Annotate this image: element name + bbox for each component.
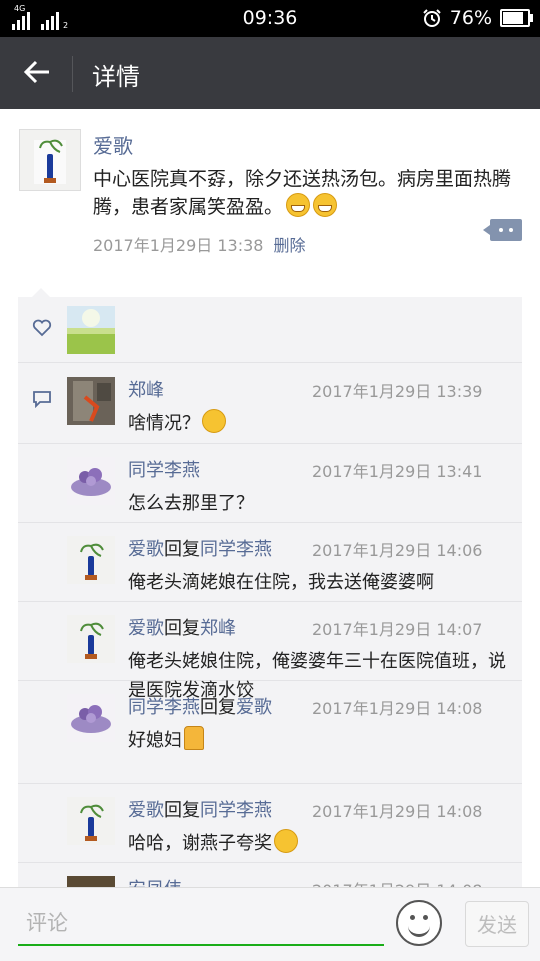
header-divider: [72, 56, 73, 92]
title-bar: 详情: [0, 37, 540, 109]
comment-item[interactable]: 同学李燕 2017年1月29日 13:41 怎么去那里了？: [18, 443, 522, 523]
comment-author[interactable]: 爱歌: [128, 618, 164, 639]
status-right: 76%: [422, 7, 533, 29]
comment-timestamp: 2017年1月29日 13:39: [312, 382, 483, 401]
page-title: 详情: [92, 63, 140, 91]
commenter-avatar[interactable]: [67, 797, 115, 845]
post-author-name[interactable]: 爱歌: [93, 130, 133, 159]
comment-body: 好媳妇: [128, 730, 182, 751]
comment-timestamp: 2017年1月29日 14:06: [312, 541, 483, 560]
comment-timestamp: 2017年1月29日 14:08: [312, 699, 483, 718]
comment-timestamp: 2017年1月29日 13:41: [312, 462, 483, 481]
thinking-emoji-icon: [202, 409, 226, 433]
comment-author-line: 同学李燕: [128, 456, 200, 482]
comment-body: 俺老头滴姥娘在住院，我去送俺婆婆啊: [128, 572, 434, 593]
comment-item[interactable]: 郑峰 2017年1月29日 13:39 啥情况？: [18, 363, 522, 444]
liker-avatar[interactable]: [67, 306, 115, 354]
comment-text: 啥情况？: [128, 409, 513, 438]
post-meta: 2017年1月29日 13:38 删除: [93, 232, 305, 256]
comment-author-line: 爱歌回复郑峰: [128, 614, 236, 640]
reply-target[interactable]: 爱歌: [236, 697, 272, 718]
comment-input[interactable]: [18, 902, 384, 946]
comment-item[interactable]: 同学李燕回复爱歌 2017年1月29日 14:08 好媳妇: [18, 680, 522, 784]
commenter-avatar[interactable]: [67, 457, 115, 505]
comment-text: 好媳妇: [128, 726, 513, 755]
thumbs-up-emoji-icon: [184, 726, 204, 750]
comment-body: 怎么去那里了？: [128, 493, 254, 514]
comment-author[interactable]: 同学李燕: [128, 697, 200, 718]
comment-author-line: 郑峰: [128, 376, 164, 402]
thinking-emoji-icon: [274, 829, 298, 853]
commenter-avatar[interactable]: [67, 536, 115, 584]
comment-item[interactable]: 爱歌回复郑峰 2017年1月29日 14:07 俺老头姥娘住院，俺婆婆年三十在医院值…: [18, 601, 522, 701]
back-arrow-icon[interactable]: [22, 57, 52, 87]
comment-item[interactable]: 爱歌回复同学李燕 2017年1月29日 14:08 哈哈，谢燕子夸奖: [18, 783, 522, 863]
reply-word: 回复: [200, 697, 236, 718]
reply-word: 回复: [164, 539, 200, 560]
comment-author[interactable]: 郑峰: [128, 380, 164, 401]
post-author-avatar[interactable]: [19, 129, 81, 191]
reply-target[interactable]: 同学李燕: [200, 800, 272, 821]
status-bar: 4G 2 09:36 76%: [0, 0, 540, 37]
post-timestamp: 2017年1月29日 13:38: [93, 236, 264, 255]
grin-emoji-icon: [286, 193, 311, 217]
delete-link[interactable]: 删除: [273, 236, 305, 255]
comment-text: 怎么去那里了？: [128, 489, 513, 518]
comment-body: 哈哈，谢燕子夸奖: [128, 833, 272, 854]
emoji-button-icon[interactable]: [396, 900, 442, 946]
likes-row: [18, 297, 522, 363]
panel-pointer: [32, 288, 50, 297]
comment-input-bar: 发送: [0, 887, 540, 961]
comment-item[interactable]: 爱歌回复同学李燕 2017年1月29日 14:06 俺老头滴姥娘在住院，我去送俺婆婆…: [18, 522, 522, 602]
battery-icon: [500, 9, 533, 27]
heart-icon: [32, 319, 52, 337]
comment-author[interactable]: 爱歌: [128, 539, 164, 560]
comment-text: 俺老头滴姥娘在住院，我去送俺婆婆啊: [128, 568, 513, 597]
comment-author[interactable]: 同学李燕: [128, 460, 200, 481]
commenter-avatar[interactable]: [67, 694, 115, 742]
comments-panel: 郑峰 2017年1月29日 13:39 啥情况？ 同学李燕 2017年1月29日 13:…: [18, 297, 522, 942]
comment-author[interactable]: 爱歌: [128, 800, 164, 821]
alarm-icon: [423, 9, 441, 27]
send-button[interactable]: 发送: [465, 901, 529, 947]
reply-target[interactable]: 同学李燕: [200, 539, 272, 560]
commenter-avatar[interactable]: [67, 377, 115, 425]
battery-percent: 76%: [449, 7, 492, 29]
comment-author-line: 爱歌回复同学李燕: [128, 535, 272, 561]
comment-author-line: 同学李燕回复爱歌: [128, 693, 272, 719]
reply-target[interactable]: 郑峰: [200, 618, 236, 639]
reply-word: 回复: [164, 618, 200, 639]
reply-word: 回复: [164, 800, 200, 821]
comment-author-line: 爱歌回复同学李燕: [128, 796, 272, 822]
comment-text: 哈哈，谢燕子夸奖: [128, 829, 513, 858]
comment-timestamp: 2017年1月29日 14:08: [312, 802, 483, 821]
grin-emoji-icon: [313, 193, 338, 217]
comment-body: 啥情况？: [128, 413, 200, 434]
post-content: 中心医院真不孬，除夕还送热汤包。病房里面热腾腾，患者家属笑盈盈。: [93, 166, 523, 221]
comment-menu-button[interactable]: [483, 219, 522, 241]
comment-timestamp: 2017年1月29日 14:07: [312, 620, 483, 639]
commenter-avatar[interactable]: [67, 615, 115, 663]
